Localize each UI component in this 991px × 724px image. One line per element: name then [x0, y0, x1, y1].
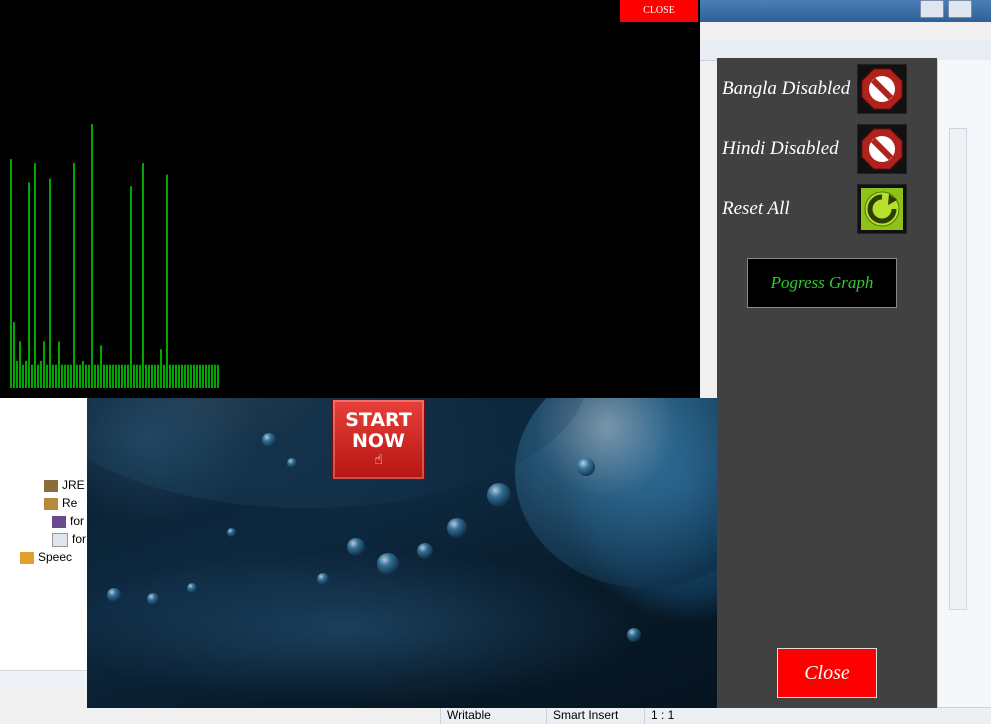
minimize-button[interactable] [920, 0, 944, 18]
hindi-status-label: Hindi Disabled [722, 138, 839, 159]
tree-item-file[interactable]: for [52, 514, 84, 532]
hindi-toggle-button[interactable] [857, 124, 907, 174]
close-button[interactable]: Close [777, 648, 877, 698]
progress-graph-button[interactable]: Pogress Graph [747, 258, 897, 308]
bangla-status-label: Bangla Disabled [722, 78, 851, 99]
no-entry-icon [861, 68, 903, 110]
waveform-graph [10, 124, 219, 388]
status-insert-mode: Smart Insert [546, 708, 641, 724]
start-now-button[interactable]: START NOW ☝ [332, 399, 425, 480]
package-explorer-tree: JRE Re for for Speec [0, 398, 91, 688]
reset-label: Reset All [722, 198, 790, 219]
tree-horizontal-scrollbar[interactable] [0, 670, 88, 689]
graph-close-button[interactable]: CLOSE [620, 0, 698, 22]
bangla-toggle-button[interactable] [857, 64, 907, 114]
archive-icon [52, 515, 66, 528]
refresh-icon [861, 188, 903, 230]
library-icon [44, 497, 58, 510]
project-icon [20, 551, 34, 564]
status-cursor-position: 1 : 1 [644, 708, 731, 724]
hand-pointer-icon: ☝ [374, 452, 383, 468]
control-panel: Bangla Disabled Hindi Disabled Reset All… [717, 58, 937, 708]
tree-item-jre[interactable]: JRE [44, 478, 85, 496]
tree-item-referenced[interactable]: Re [44, 496, 77, 514]
library-icon [44, 479, 58, 492]
no-entry-icon [861, 128, 903, 170]
tree-item-file[interactable]: for [52, 532, 86, 550]
file-icon [52, 532, 68, 547]
restore-button[interactable] [948, 0, 972, 18]
tree-item-project[interactable]: Speec [20, 550, 72, 568]
editor-vertical-scrollbar[interactable] [949, 128, 967, 610]
status-writable: Writable [440, 708, 547, 724]
ide-titlebar [700, 0, 991, 22]
graph-window: CLOSE [0, 0, 700, 398]
ide-statusbar: Writable Smart Insert 1 : 1 [440, 707, 991, 724]
reset-all-button[interactable] [857, 184, 907, 234]
